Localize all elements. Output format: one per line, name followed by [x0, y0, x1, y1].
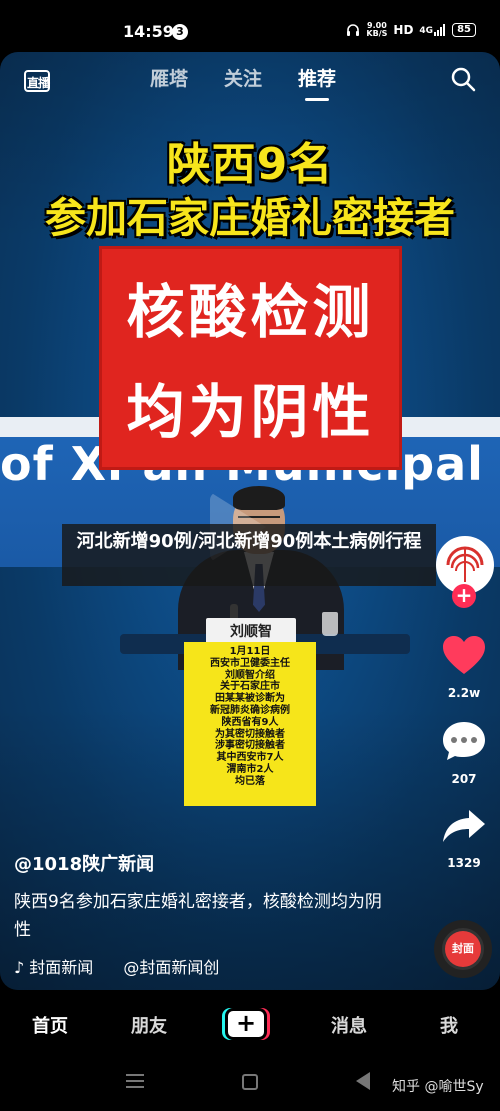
tab-home[interactable]: 首页	[32, 1012, 68, 1038]
signal-indicator: 4G	[419, 24, 446, 36]
create-button[interactable]: +	[222, 1008, 270, 1040]
info-row: 陕西省有9人	[221, 716, 279, 728]
speaker-hair	[233, 486, 285, 510]
info-row: 均已落	[235, 775, 265, 787]
info-row: 新冠肺炎确诊病例	[210, 704, 290, 716]
video-stage[interactable]: 直播 雁塔 关注 推荐 陕西9名 参加石家庄婚礼密接者 of Xi’an Mun…	[0, 52, 500, 990]
plus-icon: +	[235, 1009, 257, 1037]
headline-line-2: 参加石家庄婚礼密接者	[45, 194, 455, 242]
author-name[interactable]: @1018陕广新闻	[14, 850, 154, 876]
watermark: 知乎 @喻世Sy	[392, 1079, 484, 1095]
tab-following[interactable]: 关注	[224, 64, 262, 91]
back-icon[interactable]	[356, 1072, 370, 1090]
home-icon[interactable]	[242, 1074, 258, 1090]
info-row: 为其密切接触者	[215, 728, 285, 740]
status-bar: 14:59 3 9.00 KB/S HD 4G 85	[0, 0, 500, 58]
status-time: 14:59	[123, 22, 174, 41]
tab-messages[interactable]: 消息	[331, 1012, 367, 1038]
info-row: 涉事密切接触者	[215, 740, 285, 752]
cup	[322, 612, 338, 636]
like-button[interactable]: 2.2w	[438, 634, 490, 700]
music-source-left: ♪ 封面新闻	[14, 958, 94, 977]
like-count: 2.2w	[447, 686, 481, 700]
info-row: 西安市卫健委主任	[210, 657, 290, 669]
top-tabs: 雁塔 关注 推荐	[150, 64, 336, 101]
info-card: 1月11日 西安市卫健委主任 刘顺智介绍 关于石家庄市 田某某被诊断为 新冠肺炎…	[184, 642, 316, 806]
info-row: 其中西安市7人	[216, 752, 284, 764]
share-count: 1329	[447, 856, 481, 870]
system-nav-bar: 知乎 @喻世Sy	[0, 1060, 500, 1111]
info-row: 1月11日	[229, 646, 271, 657]
music-disc-label: 封面	[445, 931, 481, 967]
tab-local[interactable]: 雁塔	[150, 64, 188, 91]
notification-badge: 3	[172, 24, 188, 40]
battery-indicator: 85	[452, 23, 476, 37]
headline-line-1: 陕西9名	[166, 139, 334, 190]
hd-indicator: HD	[393, 23, 414, 37]
network-speed: 9.00 KB/S	[366, 21, 388, 38]
comment-count: 207	[451, 772, 477, 786]
tab-recommended[interactable]: 推荐	[298, 64, 336, 101]
search-keyword-overlay[interactable]: 河北新增90例/河北新增90例本土病例行程	[62, 524, 436, 586]
info-row: 田某某被诊断为	[215, 693, 285, 705]
tab-me[interactable]: 我	[440, 1012, 458, 1038]
music-source-right: @封面新闻创	[123, 958, 220, 977]
signal-bars-icon	[434, 24, 446, 36]
tab-friends[interactable]: 朋友	[131, 1012, 167, 1038]
status-icons: 9.00 KB/S HD 4G 85	[346, 22, 476, 38]
comment-button[interactable]: 207	[438, 720, 490, 786]
menu-icon[interactable]	[126, 1074, 144, 1088]
info-row: 关于石家庄市	[220, 681, 280, 693]
follow-button[interactable]: +	[452, 584, 476, 608]
share-button[interactable]: 1329	[438, 806, 490, 870]
bottom-tab-bar: 首页 朋友 + 消息 我	[0, 990, 500, 1060]
music-info[interactable]: ♪ 封面新闻 @封面新闻创	[14, 954, 219, 978]
search-keyword-text: 河北新增90例/河北新增90例本土病例行程	[76, 531, 422, 552]
heart-icon	[443, 636, 485, 674]
comment-icon	[443, 722, 485, 760]
live-label: 直播	[27, 76, 50, 90]
live-button[interactable]: 直播	[24, 66, 52, 94]
search-icon[interactable]	[450, 66, 476, 92]
share-icon	[443, 810, 485, 842]
result-banner: 核酸检测 均为阴性	[99, 246, 402, 470]
music-disc[interactable]: 封面	[434, 920, 492, 978]
info-row: 刘顺智介绍	[225, 669, 275, 681]
headset-icon	[347, 24, 360, 36]
result-line-2: 均为阴性	[126, 378, 375, 446]
info-row: 渭南市2人	[226, 763, 274, 775]
result-line-1: 核酸检测	[126, 278, 375, 346]
video-caption[interactable]: 陕西9名参加石家庄婚礼密接者，核酸检测均为阴性	[14, 888, 394, 944]
